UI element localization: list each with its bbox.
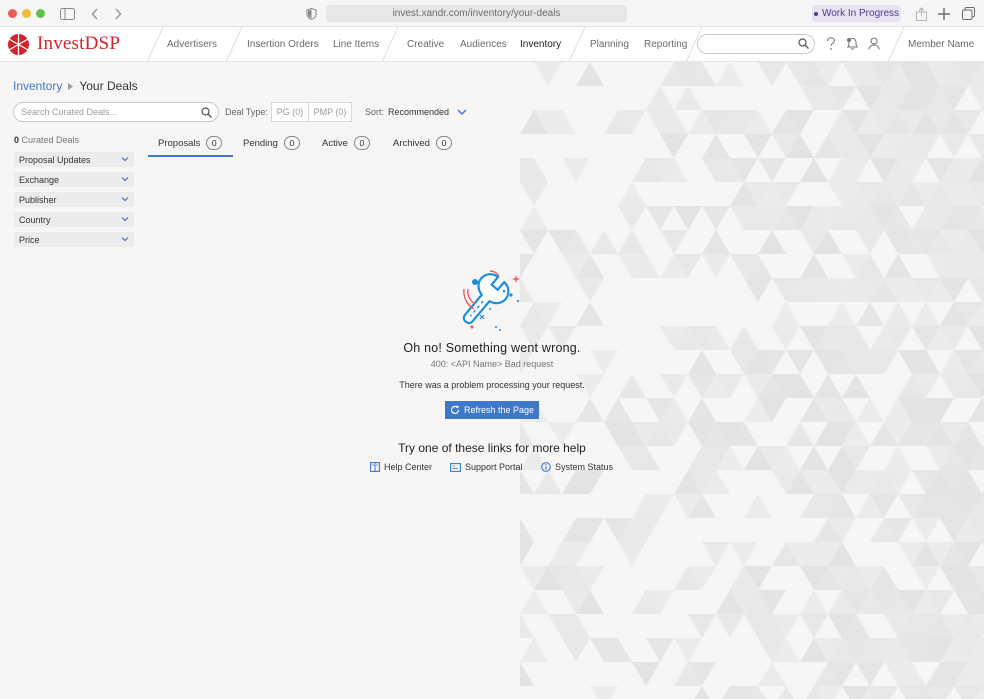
tab-label: Archived [393,138,430,149]
sort-value: Recommended [388,107,450,117]
error-message: There was a problem processing your requ… [399,380,585,390]
filter-exchange[interactable]: Exchange [14,172,134,187]
minimize-window-button[interactable] [22,9,31,18]
deal-type-label: Deal Type: [225,107,268,117]
browser-toolbar: invest.xandr.com/inventory/your-deals Wo… [0,0,984,27]
help-link-label: System Status [555,462,614,472]
search-icon[interactable] [798,38,809,49]
work-in-progress-badge[interactable]: Work In Progress [812,5,901,22]
system-status-link[interactable]: System Status [541,462,613,472]
nav-insertion-orders[interactable]: Insertion Orders [247,39,319,50]
filter-price[interactable]: Price [14,232,134,247]
curated-deals-count: 0 Curated Deals [14,135,79,145]
refresh-icon [450,405,460,415]
support-icon [450,462,461,472]
chevron-down-icon [121,157,129,162]
filter-label: Exchange [19,174,60,185]
notifications-icon[interactable] [846,37,859,50]
deal-type-pg-button[interactable]: PG (0) [271,102,309,122]
help-icon[interactable] [826,37,836,51]
tab-label: Active [322,138,348,149]
status-dot-icon [813,11,818,16]
tab-pending[interactable]: Pending 0 [243,133,300,157]
work-in-progress-label: Work In Progress [821,8,900,19]
user-icon[interactable] [868,37,880,50]
deal-search-input[interactable]: Search Curated Deals... [13,102,219,122]
page-title: Your Deals [79,79,138,93]
nav-creative[interactable]: Creative [407,39,444,50]
refresh-label: Refresh the Page [463,405,535,415]
share-icon[interactable] [914,5,928,22]
maximize-window-button[interactable] [36,9,45,18]
tab-count-badge: 0 [353,136,370,150]
tab-count-badge: 0 [206,136,223,150]
tab-label: Proposals [158,138,201,149]
search-icon[interactable] [201,107,212,118]
filter-label: Publisher [19,194,57,205]
sort-dropdown[interactable]: Sort: Recommended [365,107,467,117]
app-header: InvestDSP Advertisers Insertion Orders L… [0,27,984,62]
filter-proposal-updates[interactable]: Proposal Updates [14,152,134,167]
close-window-button[interactable] [8,9,17,18]
broken-wrench-illustration-icon [462,270,520,331]
new-tab-icon[interactable] [937,5,951,22]
error-code: 400: <API Name> Bad request [430,359,554,369]
sidebar-toggle-icon[interactable] [59,5,75,22]
deal-search-placeholder: Search Curated Deals... [21,107,118,117]
chevron-right-icon [68,82,74,90]
breadcrumb: Inventory Your Deals [13,79,138,93]
info-icon [541,462,551,472]
filter-country[interactable]: Country [14,212,134,227]
chevron-down-icon [121,217,129,222]
chevron-down-icon [121,177,129,182]
address-bar[interactable]: invest.xandr.com/inventory/your-deals [326,5,627,22]
tab-archived[interactable]: Archived 0 [393,133,452,157]
privacy-shield-icon [304,5,318,22]
filter-label: Country [19,214,51,225]
nav-inventory[interactable]: Inventory [520,39,561,50]
filter-publisher[interactable]: Publisher [14,192,134,207]
tab-count-badge: 0 [283,136,300,150]
chevron-down-icon [121,197,129,202]
nav-audiences[interactable]: Audiences [460,39,507,50]
nav-advertisers[interactable]: Advertisers [167,39,217,50]
help-link-label: Support Portal [465,462,523,472]
tab-label: Pending [243,138,278,149]
member-name[interactable]: Member Name [908,39,974,50]
help-center-link[interactable]: Help Center [370,462,432,472]
refresh-page-button[interactable]: Refresh the Page [445,401,539,419]
curated-deals-number: 0 [14,135,20,145]
nav-line-items[interactable]: Line Items [333,39,379,50]
chevron-down-icon [121,237,129,242]
deal-type-pmp-button[interactable]: PMP (0) [308,102,352,122]
book-icon [370,462,380,472]
error-title: Oh no! Something went wrong. [403,341,581,355]
chevron-down-icon [457,109,467,115]
back-icon[interactable] [89,5,101,22]
curated-deals-label: Curated Deals [21,135,80,145]
help-link-label: Help Center [384,462,433,472]
nav-planning[interactable]: Planning [590,39,629,50]
global-search-input[interactable] [697,34,815,54]
tab-active[interactable]: Active 0 [322,133,370,157]
forward-icon[interactable] [112,5,124,22]
support-portal-link[interactable]: Support Portal [450,462,523,472]
tab-proposals[interactable]: Proposals 0 [148,133,233,157]
sort-label: Sort: [365,107,385,117]
filter-label: Price [19,234,40,245]
tab-count-badge: 0 [435,136,452,150]
filter-label: Proposal Updates [19,154,91,165]
nav-reporting[interactable]: Reporting [644,39,687,50]
breadcrumb-inventory-link[interactable]: Inventory [13,79,62,93]
help-links-title: Try one of these links for more help [398,441,586,455]
tab-overview-icon[interactable] [961,5,976,22]
